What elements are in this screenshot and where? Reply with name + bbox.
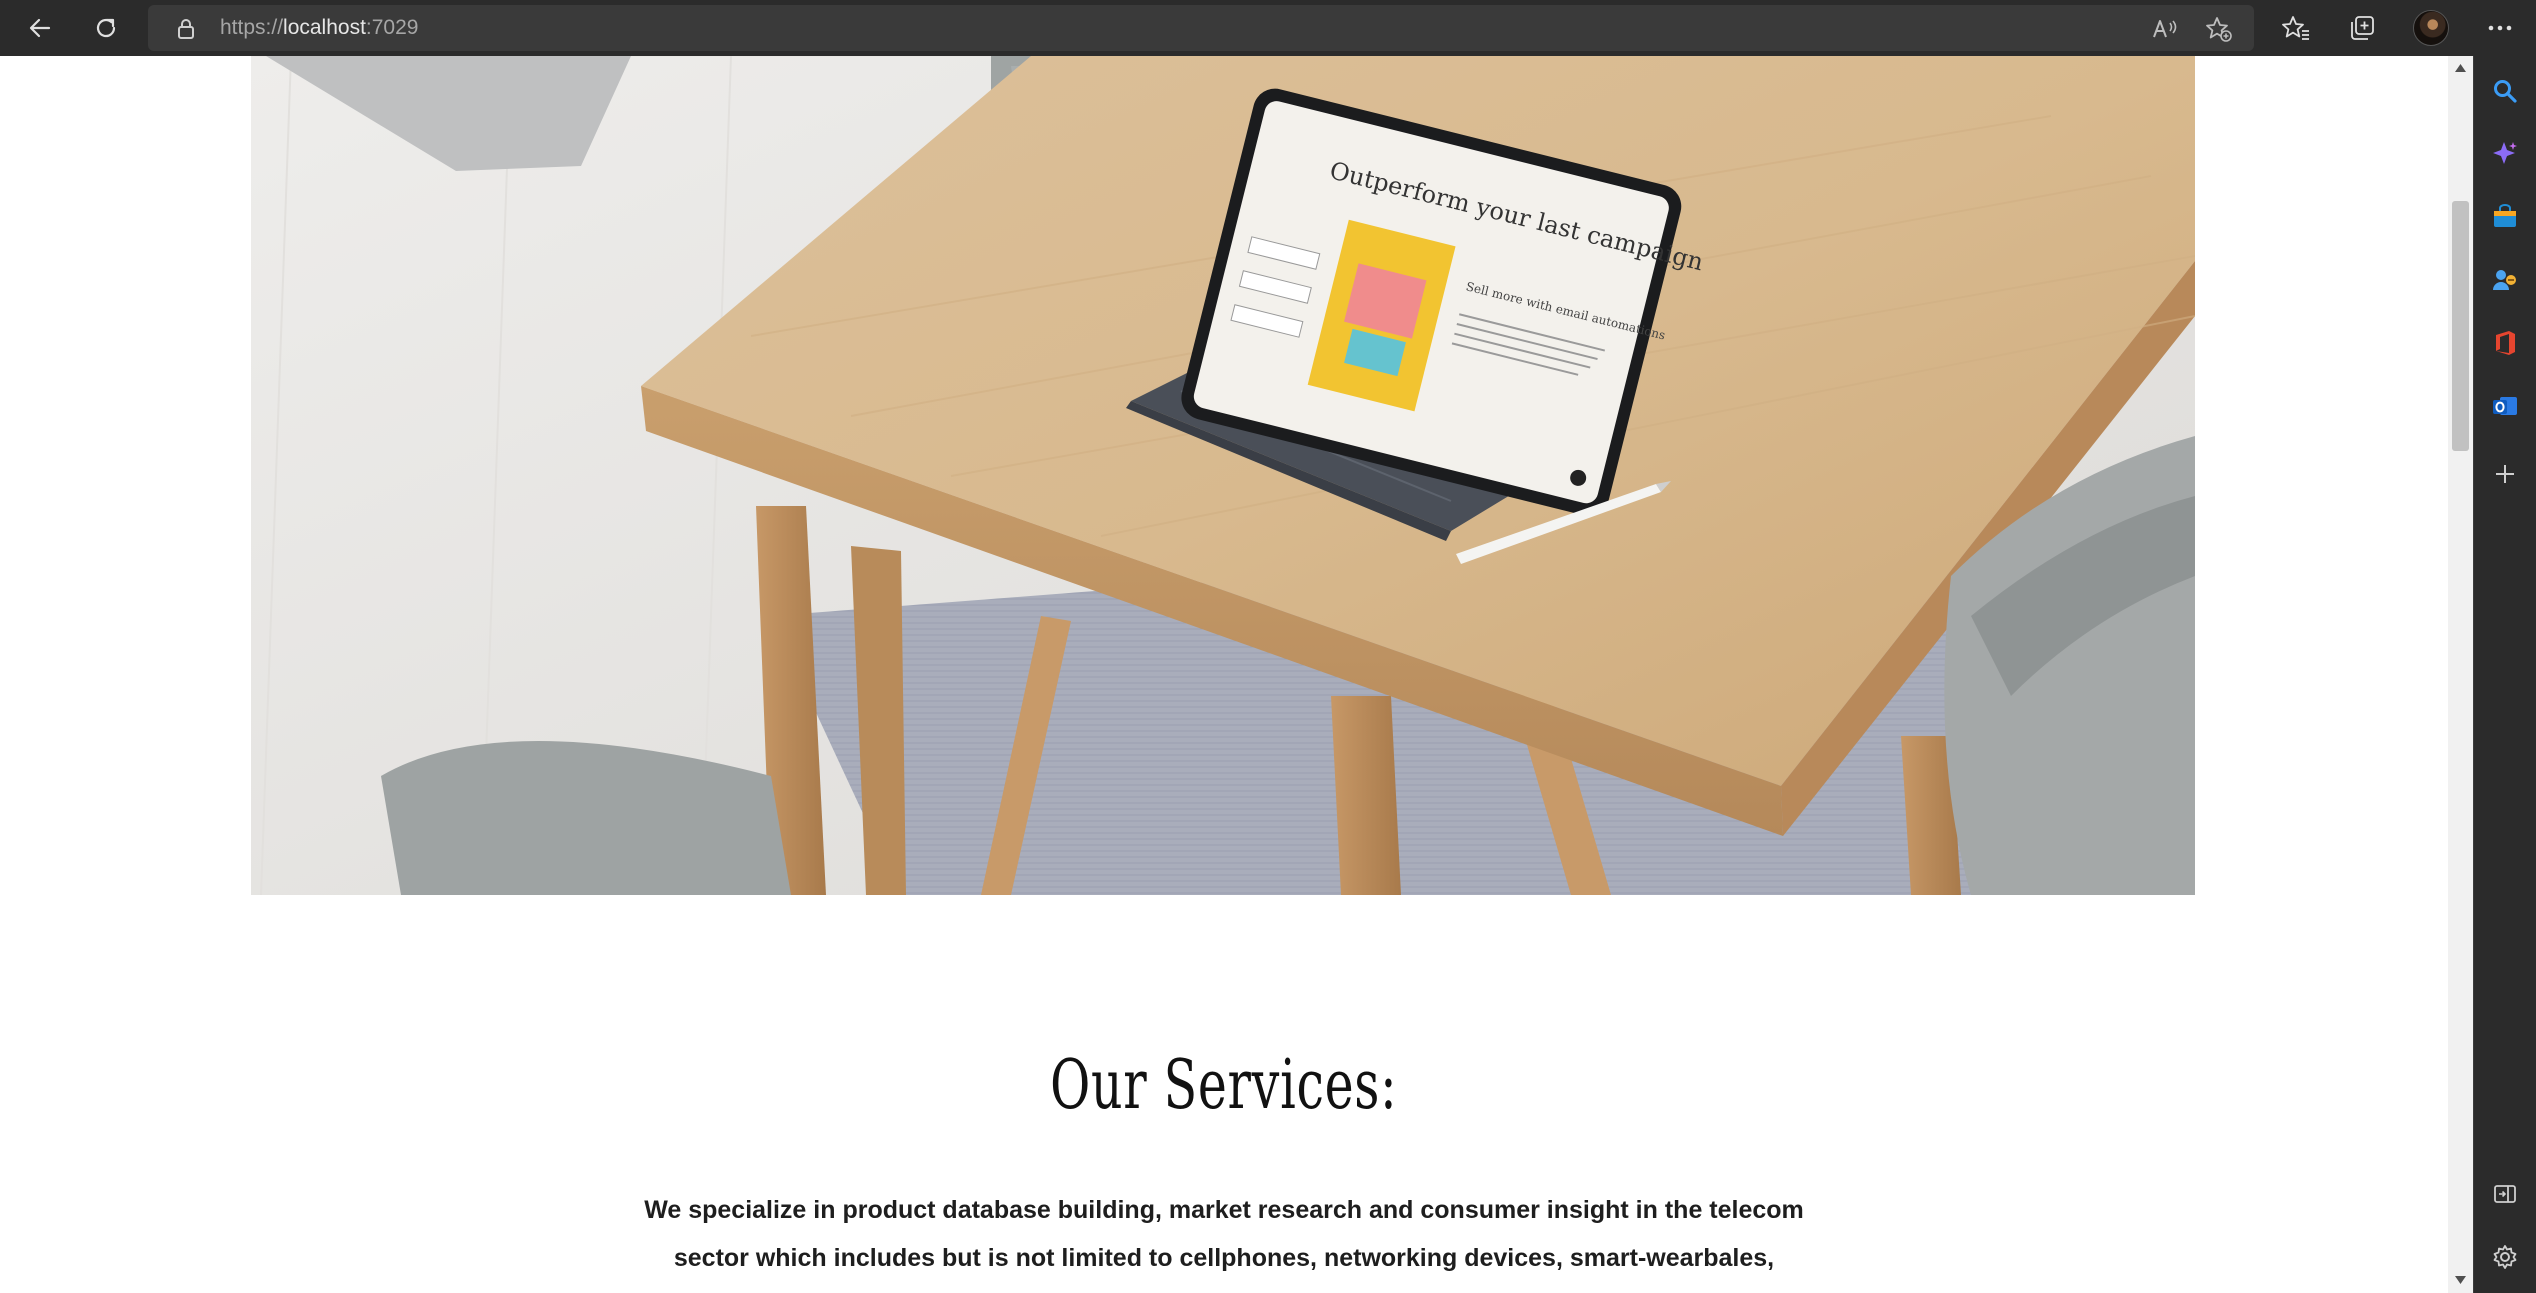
profile-avatar[interactable] <box>2413 10 2449 46</box>
settings-icon <box>2493 1245 2517 1269</box>
office-icon <box>2496 331 2515 355</box>
browser-toolbar: https://localhost:7029 <box>0 0 2536 56</box>
hero-photo: Outperform your last campaign Sell more … <box>251 56 2195 895</box>
page-scrollbar[interactable] <box>2448 56 2473 1293</box>
more-icon <box>2488 25 2512 31</box>
add-icon <box>2496 465 2514 483</box>
url-port: :7029 <box>365 16 419 39</box>
sidebar-shopping-button[interactable] <box>2487 199 2523 235</box>
sidebar-add-button[interactable] <box>2487 456 2523 492</box>
refresh-button[interactable] <box>86 8 126 48</box>
url-scheme: https:// <box>220 16 284 39</box>
search-icon <box>2494 80 2517 103</box>
sidebar-split-screen-button[interactable] <box>2487 1176 2523 1212</box>
sidebar-outlook-button[interactable] <box>2487 388 2523 424</box>
sidebar-search-button[interactable] <box>2487 73 2523 109</box>
sidebar-copilot-button[interactable] <box>2487 136 2523 172</box>
favorites-icon <box>2282 16 2309 40</box>
back-arrow-icon <box>29 18 51 38</box>
back-button[interactable] <box>20 8 60 48</box>
sidebar-settings-button[interactable] <box>2487 1239 2523 1275</box>
read-aloud-icon <box>2153 20 2177 38</box>
add-favorite-icon <box>2206 17 2232 42</box>
services-line-2: sector which includes but is not limited… <box>673 1244 1775 1272</box>
more-button[interactable] <box>2480 8 2520 48</box>
collections-icon <box>2351 16 2374 40</box>
shopping-icon <box>2494 204 2516 227</box>
sidebar-people-button[interactable] <box>2487 262 2523 298</box>
people-icon <box>2493 270 2516 290</box>
scroll-up-arrow-icon[interactable] <box>2455 64 2466 72</box>
page-viewport: Outperform your last campaign Sell more … <box>0 56 2448 1293</box>
read-aloud-button[interactable] <box>2148 12 2182 46</box>
favorites-button[interactable] <box>2276 8 2316 48</box>
url-host: localhost <box>283 16 366 39</box>
address-bar[interactable]: https://localhost:7029 <box>148 5 2254 51</box>
refresh-icon <box>96 18 116 38</box>
services-line-1: We specialize in product database buildi… <box>644 1196 1804 1224</box>
add-favorite-button[interactable] <box>2202 12 2236 46</box>
outlook-icon <box>2493 397 2517 415</box>
scroll-thumb[interactable] <box>2452 201 2469 451</box>
services-heading: Our Services: <box>1050 1046 1398 1125</box>
edge-sidebar <box>2473 56 2536 1293</box>
lock-icon[interactable] <box>176 18 196 40</box>
copilot-icon <box>2493 142 2517 164</box>
collections-button[interactable] <box>2342 8 2382 48</box>
services-description: We specialize in product database buildi… <box>0 1186 2448 1282</box>
split-screen-icon <box>2494 1185 2516 1203</box>
url-text[interactable]: https://localhost:7029 <box>220 16 418 40</box>
sidebar-office-button[interactable] <box>2487 325 2523 361</box>
scroll-down-arrow-icon[interactable] <box>2455 1276 2466 1284</box>
hero-image: Outperform your last campaign Sell more … <box>251 56 2195 895</box>
